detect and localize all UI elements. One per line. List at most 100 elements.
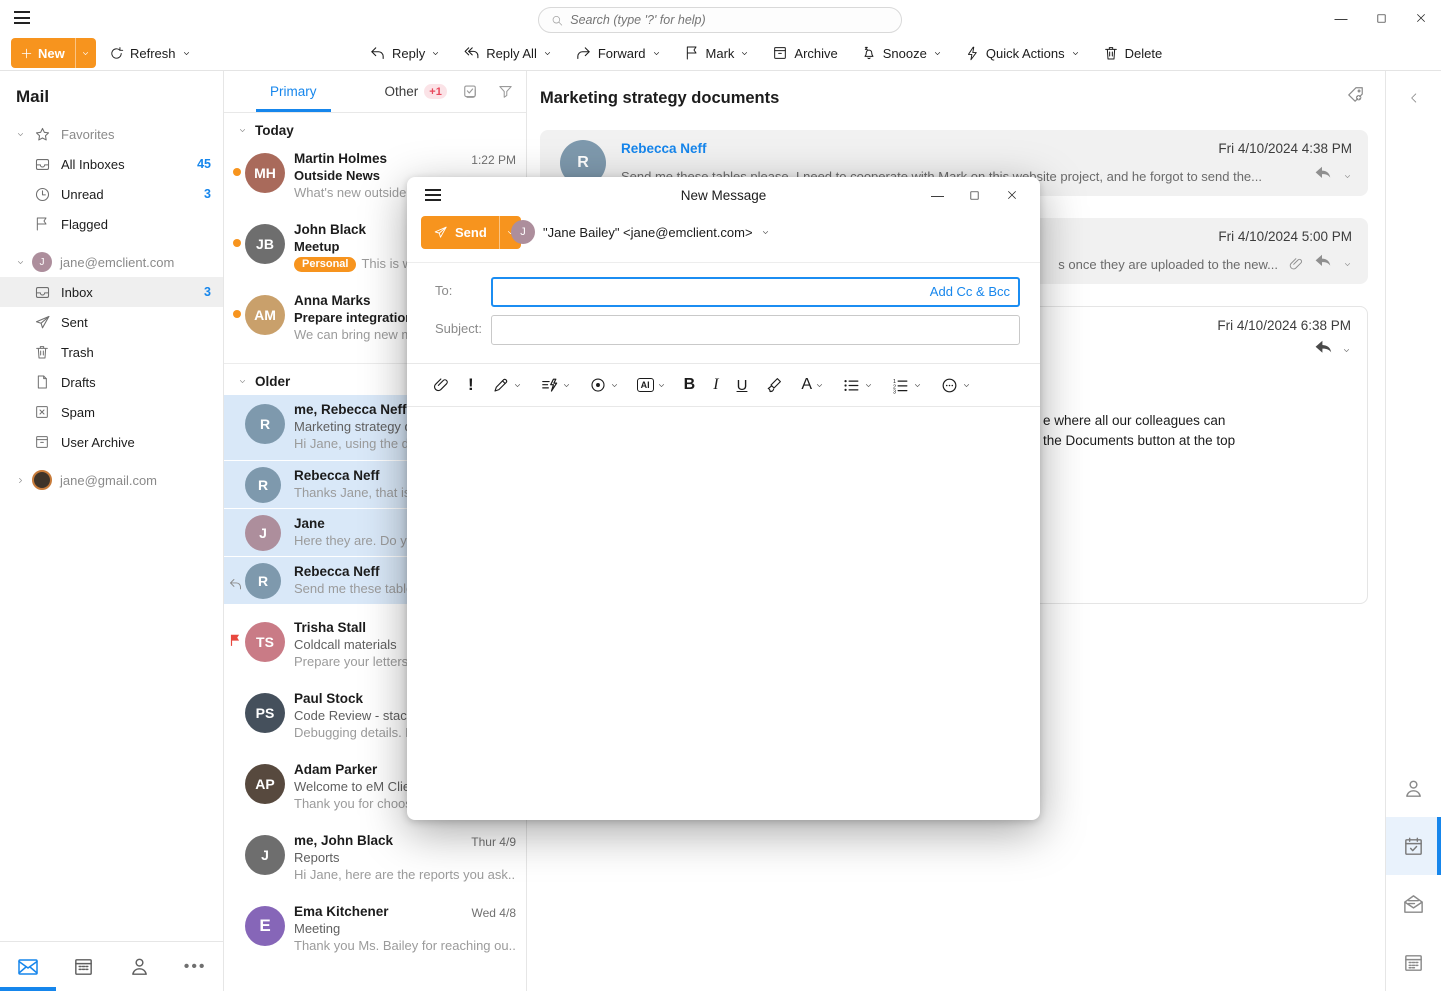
rail-calendar-button[interactable]: [1386, 933, 1441, 991]
mark-button[interactable]: Mark: [677, 38, 757, 68]
module-mail-button[interactable]: [0, 942, 56, 991]
menu-icon[interactable]: [14, 11, 30, 24]
sender-name-link[interactable]: Rebecca Neff: [621, 141, 707, 156]
sidebar-account-gmail[interactable]: jane@gmail.com: [0, 465, 223, 495]
inbox-tray-icon: [34, 284, 51, 301]
module-contacts-button[interactable]: [112, 942, 168, 991]
avatar: R: [245, 467, 281, 503]
close-icon[interactable]: [1401, 0, 1441, 36]
from-selector[interactable]: J "Jane Bailey" <jane@emclient.com>: [511, 220, 770, 244]
forward-icon: [575, 45, 592, 62]
module-more-button[interactable]: •••: [167, 942, 223, 991]
rail-agenda-button[interactable]: [1386, 817, 1441, 875]
sidebar-item-all-inboxes[interactable]: All Inboxes 45: [0, 149, 223, 179]
trash-icon: [34, 344, 51, 361]
unread-count: 3: [204, 285, 211, 299]
sidebar-item-flagged[interactable]: Flagged: [0, 209, 223, 239]
avatar: MH: [245, 153, 285, 193]
sidebar-item-spam[interactable]: Spam: [0, 397, 223, 427]
italic-button[interactable]: I: [706, 370, 725, 400]
paper-plane-icon: [34, 314, 51, 331]
flag-icon: [34, 216, 51, 233]
search-input[interactable]: [570, 13, 889, 27]
add-cc-bcc-link[interactable]: Add Cc & Bcc: [930, 284, 1010, 299]
numbered-list-icon: 123: [891, 376, 910, 395]
paperclip-icon: [432, 376, 450, 394]
sidebar-item-inbox[interactable]: Inbox 3: [0, 277, 223, 307]
refresh-button[interactable]: Refresh: [102, 38, 198, 68]
new-button[interactable]: New: [11, 38, 96, 68]
send-button[interactable]: Send: [421, 216, 521, 249]
lightning-icon: [965, 46, 980, 61]
search-bar[interactable]: [538, 7, 902, 33]
expand-chevron-icon[interactable]: [1343, 260, 1352, 269]
subject-input[interactable]: [491, 315, 1020, 345]
group-header-today[interactable]: Today: [224, 113, 526, 144]
priority-button[interactable]: !: [461, 370, 481, 400]
snooze-button[interactable]: Snooze: [854, 38, 949, 68]
underline-button[interactable]: U: [730, 370, 755, 400]
format-toolbar: ! AI B I U A 123: [407, 363, 1040, 407]
reply-icon: [369, 45, 386, 62]
attachment-icon: [1288, 256, 1304, 272]
compose-minimize-icon[interactable]: —: [919, 177, 956, 213]
sidebar-item-trash[interactable]: Trash: [0, 337, 223, 367]
filter-icon[interactable]: [497, 83, 514, 101]
forward-button[interactable]: Forward: [568, 38, 668, 68]
format-painter-button[interactable]: [758, 370, 790, 400]
tab-other[interactable]: Other +1: [377, 71, 455, 112]
reply-icon[interactable]: [1314, 340, 1334, 361]
attach-file-button[interactable]: [425, 370, 457, 400]
numbered-list-button[interactable]: 123: [884, 370, 929, 400]
rail-mail-button[interactable]: [1386, 875, 1441, 933]
sidebar-item-user-archive[interactable]: User Archive: [0, 427, 223, 457]
message-row[interactable]: E Ema Kitchener Wed 4/8 Meeting Thank yo…: [224, 897, 526, 968]
compose-menu-icon[interactable]: [425, 189, 441, 201]
compose-maximize-icon[interactable]: [956, 177, 993, 213]
ai-assistant-button[interactable]: AI: [630, 370, 673, 400]
tab-primary[interactable]: Primary: [262, 71, 325, 112]
reply-icon[interactable]: [1314, 166, 1333, 186]
avatar: PS: [245, 693, 285, 733]
avatar: R: [245, 563, 281, 599]
bullet-list-button[interactable]: [835, 370, 880, 400]
sidebar-account-emclient[interactable]: J jane@emclient.com: [0, 247, 223, 277]
avatar: J: [245, 835, 285, 875]
sidebar-item-drafts[interactable]: Drafts: [0, 367, 223, 397]
delete-button[interactable]: Delete: [1096, 38, 1170, 68]
tracking-button[interactable]: [582, 370, 626, 400]
bold-button[interactable]: B: [677, 370, 703, 400]
avatar: R: [245, 404, 285, 444]
select-mode-icon[interactable]: [461, 83, 479, 101]
collapse-panel-icon[interactable]: [1386, 91, 1441, 105]
archive-button[interactable]: Archive: [765, 38, 844, 68]
expand-chevron-icon[interactable]: [1342, 346, 1351, 355]
message-body-editor[interactable]: [407, 407, 1040, 802]
new-dropdown[interactable]: [75, 38, 96, 68]
signature-button[interactable]: [485, 370, 529, 400]
reply-icon[interactable]: [1314, 254, 1333, 274]
svg-text:3: 3: [893, 389, 896, 395]
compose-titlebar[interactable]: New Message —: [407, 177, 1040, 213]
sidebar-section-favorites[interactable]: Favorites: [0, 119, 223, 149]
message-row[interactable]: J me, John Black Thur 4/9 Reports Hi Jan…: [224, 826, 526, 897]
reply-button[interactable]: Reply: [362, 38, 447, 68]
add-tag-icon[interactable]: [1346, 85, 1365, 104]
unread-dot-icon: [233, 310, 241, 318]
sidebar-item-unread[interactable]: Unread 3: [0, 179, 223, 209]
minimize-icon[interactable]: —: [1321, 0, 1361, 36]
font-color-button[interactable]: A: [794, 370, 831, 400]
sidebar-item-sent[interactable]: Sent: [0, 307, 223, 337]
quick-actions-button[interactable]: Quick Actions: [958, 38, 1087, 68]
reply-all-button[interactable]: Reply All: [456, 38, 559, 68]
compose-close-icon[interactable]: [993, 177, 1030, 213]
more-formatting-button[interactable]: [933, 370, 978, 400]
pen-icon: [492, 376, 510, 394]
module-calendar-button[interactable]: [56, 942, 112, 991]
maximize-icon[interactable]: [1361, 0, 1401, 36]
avatar: E: [245, 906, 285, 946]
expand-chevron-icon[interactable]: [1343, 172, 1352, 181]
rail-contacts-button[interactable]: [1386, 759, 1441, 817]
quick-text-button[interactable]: [533, 370, 578, 400]
subject-label: Subject:: [435, 321, 482, 336]
